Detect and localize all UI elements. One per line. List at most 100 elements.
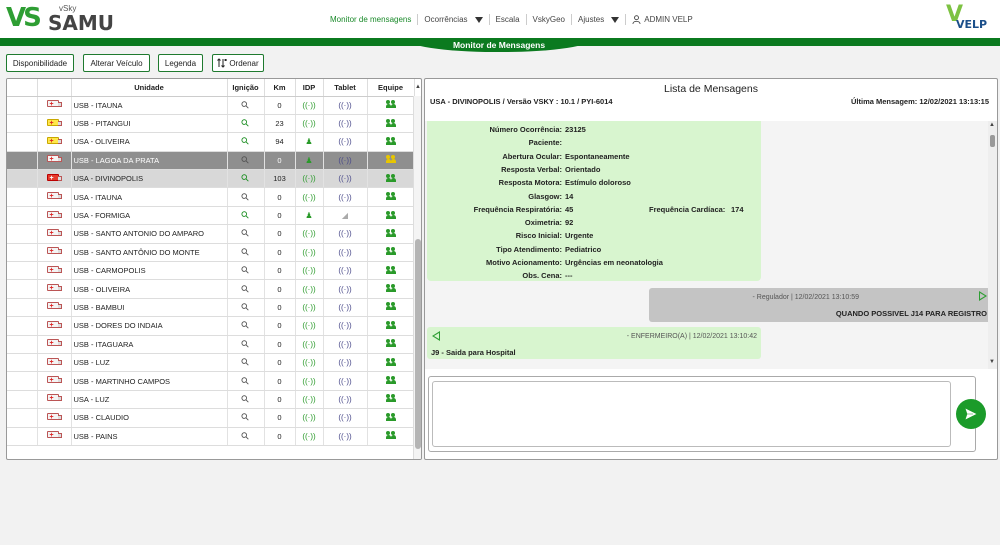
key-icon: ⚲ xyxy=(239,301,252,314)
row-select-cell[interactable] xyxy=(7,279,38,299)
tablet-signal-icon: ((·)) xyxy=(338,302,352,312)
tablet-cell: ((·)) xyxy=(323,224,368,244)
table-row[interactable]: + USB - ITAGUARA ⚲ 0 ((·)) ((·)) xyxy=(7,335,415,354)
row-select-cell[interactable] xyxy=(7,96,38,115)
table-row[interactable]: + USB - DORES DO INDAIA ⚲ 0 ((·)) ((·)) xyxy=(7,316,415,336)
row-select-cell[interactable] xyxy=(7,298,38,318)
col-km[interactable]: Km xyxy=(264,79,296,97)
col-unidade[interactable]: Unidade xyxy=(71,79,228,97)
table-row[interactable]: + USB - MARTINHO CAMPOS ⚲ 0 ((·)) ((·)) xyxy=(7,371,415,391)
row-select-cell[interactable] xyxy=(7,206,38,226)
row-select-cell[interactable] xyxy=(7,390,38,410)
km-cell: 94 xyxy=(264,132,296,152)
tablet-cell: ((·)) xyxy=(323,169,368,189)
table-row[interactable]: + USB - PAINS ⚲ 0 ((·)) ((·)) xyxy=(7,427,415,446)
team-icon xyxy=(385,376,396,385)
table-row[interactable]: + USB - SANTO ANTÔNIO DO MONTE ⚲ 0 ((·)) ((·)… xyxy=(7,243,415,263)
vsky-samu-logo[interactable]: VS vSky SAMU xyxy=(6,3,114,35)
unit-name: USB - SANTO ANTÔNIO DO MONTE xyxy=(71,243,228,263)
table-row[interactable]: + USB - ITAUNA ⚲ 0 ((·)) ((·)) xyxy=(7,96,415,115)
ordenar-button[interactable]: Ordenar xyxy=(212,54,264,72)
message-list[interactable]: Número Ocorrência: 23125 Paciente: Abertura… xyxy=(425,121,997,369)
nav-ajustes[interactable]: Ajustes xyxy=(572,14,627,25)
nav-label: Escala xyxy=(495,15,520,24)
row-select-cell[interactable] xyxy=(7,261,38,281)
ambulance-icon: + xyxy=(46,338,62,348)
tablet-signal-icon: ((·)) xyxy=(338,376,352,386)
ambulance-cell: + xyxy=(37,408,72,428)
ignition-cell: ⚲ xyxy=(227,298,265,318)
table-row[interactable]: + USB - CLAUDIO ⚲ 0 ((·)) ((·)) xyxy=(7,408,415,428)
messages-scroll-thumb[interactable] xyxy=(990,135,995,147)
key-icon: ⚲ xyxy=(239,209,252,223)
table-row[interactable]: + USB - LUZ ⚲ 0 ((·)) ((·)) xyxy=(7,353,415,373)
logo-vs: VS xyxy=(6,3,42,33)
send-button[interactable] xyxy=(956,399,986,429)
key-icon: ⚲ xyxy=(239,374,252,388)
key-icon: ⚲ xyxy=(239,190,252,204)
table-row[interactable]: + USB - LAGOA DA PRATA ⚲ 0 ♟ ((·)) xyxy=(7,151,415,171)
row-select-cell[interactable] xyxy=(7,132,38,152)
row-select-cell[interactable] xyxy=(7,169,38,189)
col-idp[interactable]: IDP xyxy=(295,79,324,97)
tablet-cell: ((·)) xyxy=(323,261,368,281)
row-select-cell[interactable] xyxy=(7,335,38,354)
detail-value: Espontaneamente xyxy=(565,151,630,161)
row-select-cell[interactable] xyxy=(7,371,38,391)
team-cell xyxy=(367,335,415,354)
row-select-cell[interactable] xyxy=(7,187,38,207)
row-select-cell[interactable] xyxy=(7,353,38,373)
idp-cell: ((·)) xyxy=(295,279,324,299)
table-row[interactable]: + USB - CARMOPOLIS ⚲ 0 ((·)) ((·)) xyxy=(7,261,415,281)
legenda-button[interactable]: Legenda xyxy=(158,54,203,72)
ignition-cell: ⚲ xyxy=(227,224,265,244)
table-row[interactable]: + USB - PITANGUI ⚲ 23 ((·)) ((·)) xyxy=(7,114,415,134)
detail-value: 23125 xyxy=(565,125,586,134)
col-ignicao[interactable]: Ignição xyxy=(227,79,265,97)
row-select-cell[interactable] xyxy=(7,243,38,263)
main-nav: Monitor de mensagens Ocorrências Escala … xyxy=(324,14,699,25)
table-row[interactable]: + USA - LUZ ⚲ 0 ((·)) ((·)) xyxy=(7,390,415,410)
detail-value: Urgente xyxy=(565,231,594,241)
team-icon xyxy=(385,320,396,329)
nav-user[interactable]: ADMIN VELP xyxy=(626,14,698,25)
units-scrollbar[interactable]: ▲ xyxy=(413,84,421,459)
row-select-cell[interactable] xyxy=(7,427,38,446)
row-select-cell[interactable] xyxy=(7,408,38,428)
row-select-cell[interactable] xyxy=(7,224,38,244)
idp-cell: ((·)) xyxy=(295,224,324,244)
table-row[interactable]: + USA - FORMIGA ⚲ 0 ♟ ◢ xyxy=(7,206,415,226)
table-row[interactable]: + USB - SANTO ANTONIO DO AMPARO ⚲ 0 ((·)) ((·… xyxy=(7,224,415,244)
scroll-up-icon[interactable]: ▲ xyxy=(989,122,995,128)
message-input[interactable] xyxy=(432,381,951,447)
row-select-cell[interactable] xyxy=(7,151,38,171)
nav-vskygeo[interactable]: VskyGeo xyxy=(527,14,572,25)
tablet-cell: ((·)) xyxy=(323,243,368,263)
scroll-up-icon[interactable]: ▲ xyxy=(415,84,421,90)
nav-escala[interactable]: Escala xyxy=(490,14,527,25)
units-scroll-thumb[interactable] xyxy=(415,239,421,449)
detail-key-text: Resposta Verbal: xyxy=(501,164,562,174)
table-row[interactable]: + USB - OLIVEIRA ⚲ 0 ((·)) ((·)) xyxy=(7,279,415,299)
km-cell: 0 xyxy=(264,243,296,263)
col-equipe[interactable]: Equipe xyxy=(367,79,415,97)
team-icon xyxy=(385,210,396,219)
ambulance-icon: + xyxy=(46,191,62,201)
alterar-veiculo-button[interactable]: Alterar Veículo xyxy=(83,54,150,72)
idp-cell: ((·)) xyxy=(295,353,324,373)
nav-ocorrencias[interactable]: Ocorrências xyxy=(418,14,490,25)
scroll-down-icon[interactable]: ▼ xyxy=(989,359,995,365)
table-row[interactable]: + USB - BAMBUI ⚲ 0 ((·)) ((·)) xyxy=(7,298,415,318)
nav-monitor-mensagens[interactable]: Monitor de mensagens xyxy=(324,14,419,25)
tablet-signal-icon: ((·)) xyxy=(338,192,352,202)
table-row[interactable]: + USA - ITAUNA ⚲ 0 ((·)) ((·)) xyxy=(7,187,415,207)
table-row[interactable]: + USA - DIVINOPOLIS ⚲ 103 ((·)) ((·)) xyxy=(7,169,415,189)
row-select-cell[interactable] xyxy=(7,114,38,134)
ignition-cell: ⚲ xyxy=(227,243,265,263)
km-cell: 0 xyxy=(264,224,296,244)
row-select-cell[interactable] xyxy=(7,316,38,336)
table-row[interactable]: + USA - OLIVEIRA ⚲ 94 ♟ ((·)) xyxy=(7,132,415,152)
messages-scrollbar[interactable]: ▲ ▼ xyxy=(988,121,997,369)
disponibilidade-button[interactable]: Disponibilidade xyxy=(6,54,74,72)
col-tablet[interactable]: Tablet xyxy=(323,79,368,97)
